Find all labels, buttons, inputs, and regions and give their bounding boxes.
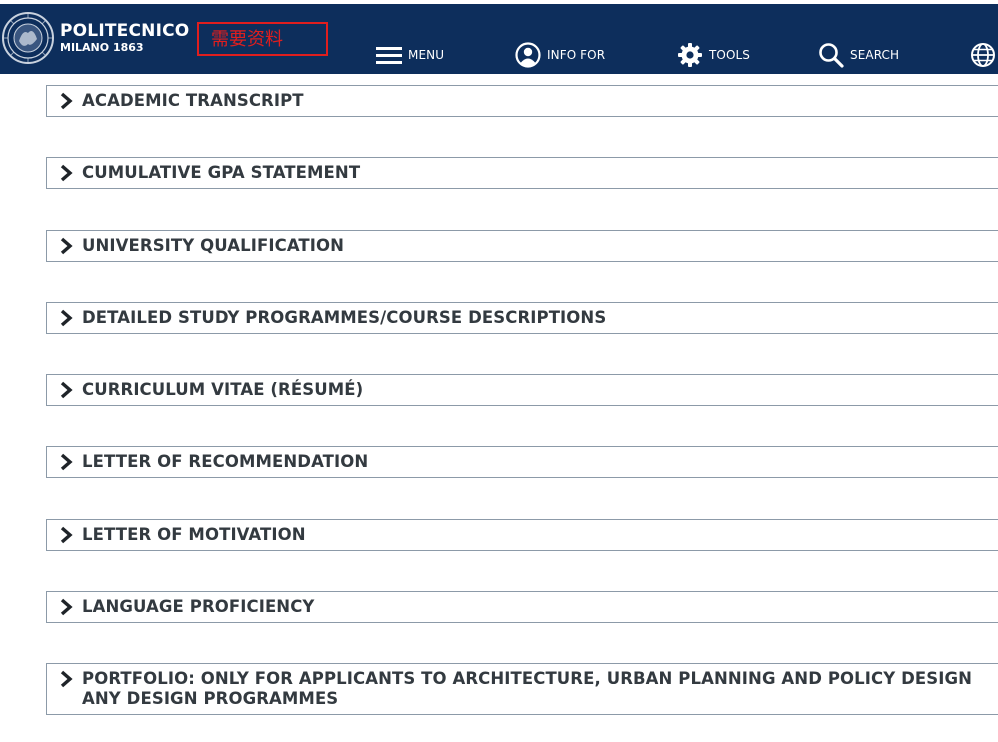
accordion-label: CURRICULUM VITAE (RÉSUMÉ) [82,380,364,399]
chevron-right-icon [60,237,73,255]
accordion-label: LETTER OF RECOMMENDATION [82,452,369,471]
tools-label: TOOLS [709,48,751,62]
chevron-right-icon [60,309,73,327]
chevron-right-icon [60,164,73,182]
globe-icon [971,43,995,67]
search-label: SEARCH [850,48,900,62]
top-navigation-bar: POLITECNICO MILANO 1863 需要资料 MENU INFO F… [0,4,998,74]
menu-label: MENU [408,48,445,62]
info-for-label: INFO FOR [547,48,606,62]
user-circle-icon [515,42,541,68]
accordion-item-study-programmes[interactable]: DETAILED STUDY PROGRAMMES/COURSE DESCRIP… [46,302,998,334]
info-for-button[interactable]: INFO FOR [515,42,605,68]
annotation-text: 需要资料 [211,29,283,50]
accordion-label: UNIVERSITY QUALIFICATION [82,236,345,255]
gear-icon [678,43,702,67]
hamburger-icon [376,47,402,64]
brand-title: POLITECNICO [60,21,190,41]
accordion-item-curriculum-vitae[interactable]: CURRICULUM VITAE (RÉSUMÉ) [46,374,998,406]
accordion-item-university-qualification[interactable]: UNIVERSITY QUALIFICATION [46,230,998,262]
language-button[interactable] [970,42,996,68]
menu-button[interactable]: MENU [376,42,444,68]
accordion-item-portfolio[interactable]: PORTFOLIO: ONLY FOR APPLICANTS TO ARCHIT… [46,663,998,715]
accordion-label: LANGUAGE PROFICIENCY [82,597,315,616]
university-seal-logo [2,12,54,64]
accordion-label: CUMULATIVE GPA STATEMENT [82,163,361,182]
tools-button[interactable]: TOOLS [677,42,750,68]
accordion-item-cumulative-gpa[interactable]: CUMULATIVE GPA STATEMENT [46,157,998,189]
accordion-label: DETAILED STUDY PROGRAMMES/COURSE DESCRIP… [82,308,607,327]
accordion-item-language-proficiency[interactable]: LANGUAGE PROFICIENCY [46,591,998,623]
chevron-right-icon [60,526,73,544]
accordion-label: ACADEMIC TRANSCRIPT [82,91,304,110]
accordion-item-letter-of-recommendation[interactable]: LETTER OF RECOMMENDATION [46,446,998,478]
chevron-right-icon [60,453,73,471]
annotation-box: 需要资料 [197,22,328,56]
accordion-label: PORTFOLIO: ONLY FOR APPLICANTS TO ARCHIT… [82,669,973,708]
chevron-right-icon [60,670,73,688]
search-icon [819,43,844,68]
accordion-item-letter-of-motivation[interactable]: LETTER OF MOTIVATION [46,519,998,551]
brand-subtitle: MILANO 1863 [60,41,144,54]
search-button[interactable]: SEARCH [818,42,899,68]
accordion-item-academic-transcript[interactable]: ACADEMIC TRANSCRIPT [46,85,998,117]
chevron-right-icon [60,92,73,110]
chevron-right-icon [60,381,73,399]
accordion-label: LETTER OF MOTIVATION [82,525,306,544]
page: POLITECNICO MILANO 1863 需要资料 MENU INFO F… [0,0,998,742]
chevron-right-icon [60,598,73,616]
